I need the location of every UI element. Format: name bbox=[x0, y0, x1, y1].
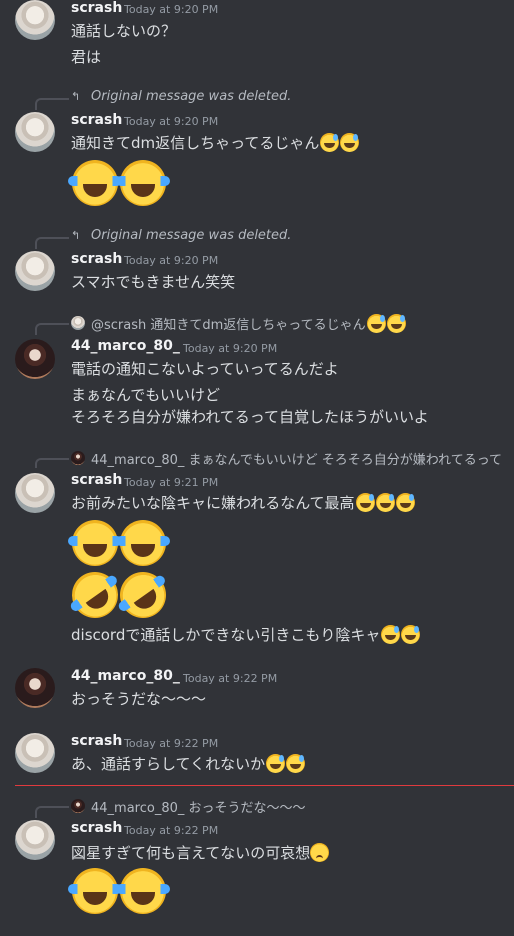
sweat-smile-emoji-icon bbox=[320, 133, 340, 152]
reply-author[interactable]: @scrash bbox=[91, 318, 146, 333]
author-name[interactable]: 44_marco_80_ bbox=[71, 338, 180, 354]
sweat-smile-emoji-icon bbox=[266, 754, 286, 773]
timestamp: Today at 9:22 PM bbox=[124, 737, 219, 750]
new-messages-divider bbox=[15, 785, 514, 786]
joy-emoji-icon bbox=[68, 160, 122, 206]
message-text: まぁなんでもいいけど bbox=[71, 386, 220, 404]
reply-snippet: おっそうだな〜〜〜 bbox=[188, 801, 306, 816]
sweat-smile-emoji-icon bbox=[386, 314, 406, 333]
message-text: 君は bbox=[71, 48, 102, 66]
message-text-content: お前みたいな陰キャに嫌われるなんて最高 bbox=[71, 494, 355, 512]
message-text: 通知きてdm返信しちゃってるじゃん bbox=[71, 132, 360, 153]
message-text-content: あ、通話すらしてくれないか bbox=[71, 755, 266, 773]
joy-emoji-icon bbox=[68, 520, 122, 566]
sweat-smile-emoji-icon bbox=[375, 493, 395, 512]
reply-connector bbox=[35, 237, 69, 249]
avatar[interactable] bbox=[15, 733, 55, 773]
avatar[interactable] bbox=[15, 473, 55, 513]
timestamp: Today at 9:20 PM bbox=[124, 115, 219, 128]
avatar[interactable] bbox=[15, 112, 55, 152]
reply-snippet: 通知きてdm返信しちゃってるじゃん bbox=[150, 318, 366, 333]
reply-text: 44_marco_80_ まぁなんでもいいけど そろそろ自分が嫌われてるって bbox=[91, 449, 502, 468]
message-text: おっそうだな〜〜〜 bbox=[71, 690, 207, 708]
sweat-smile-emoji-icon bbox=[366, 314, 386, 333]
sweat-smile-emoji-icon bbox=[395, 493, 415, 512]
message-text: 電話の通知こないよっていってるんだよ bbox=[71, 360, 339, 378]
message-text: あ、通話すらしてくれないか bbox=[71, 753, 306, 774]
rofl-emoji-icon bbox=[62, 562, 128, 628]
reply-author[interactable]: 44_marco_80_ bbox=[91, 801, 184, 816]
avatar[interactable] bbox=[15, 820, 55, 860]
timestamp: Today at 9:20 PM bbox=[124, 254, 219, 267]
timestamp: Today at 9:22 PM bbox=[124, 824, 219, 837]
message-text: discordで通話しかできない引きこもり陰キャ bbox=[71, 624, 421, 645]
timestamp: Today at 9:21 PM bbox=[124, 476, 219, 489]
sweat-smile-emoji-icon bbox=[401, 625, 421, 644]
author-name[interactable]: scrash bbox=[71, 0, 122, 16]
message-text: お前みたいな陰キャに嫌われるなんて最高 bbox=[71, 492, 415, 513]
message-text: 通話しないの？ bbox=[71, 22, 177, 40]
message-text-content: 通知きてdm返信しちゃってるじゃん bbox=[71, 134, 320, 152]
author-name[interactable]: 44_marco_80_ bbox=[71, 668, 180, 684]
sweat-smile-emoji-icon bbox=[355, 493, 375, 512]
avatar[interactable] bbox=[15, 0, 55, 40]
avatar[interactable] bbox=[15, 339, 55, 379]
reply-avatar bbox=[71, 451, 85, 465]
author-name[interactable]: scrash bbox=[71, 472, 122, 488]
message-text-content: 図星すぎて何も言えてないの可哀想 bbox=[71, 844, 311, 862]
message-text-content: discordで通話しかできない引きこもり陰キャ bbox=[71, 626, 381, 644]
reply-avatar bbox=[71, 799, 85, 813]
author-name[interactable]: scrash bbox=[71, 112, 122, 128]
joy-emoji-icon bbox=[116, 520, 170, 566]
reply-arrow-icon: ↰ bbox=[71, 90, 81, 103]
author-name[interactable]: scrash bbox=[71, 251, 122, 267]
reply-text: 44_marco_80_ おっそうだな〜〜〜 bbox=[91, 797, 306, 816]
worried-face-emoji-icon bbox=[310, 843, 330, 862]
joy-emoji-icon bbox=[116, 868, 170, 914]
sweat-smile-emoji-icon bbox=[381, 625, 401, 644]
reply-arrow-icon: ↰ bbox=[71, 229, 81, 242]
reply-text: Original message was deleted. bbox=[91, 89, 292, 104]
sweat-smile-emoji-icon bbox=[286, 754, 306, 773]
reply-text: @scrash 通知きてdm返信しちゃってるじゃん bbox=[91, 314, 406, 333]
author-name[interactable]: scrash bbox=[71, 820, 122, 836]
reply-text: Original message was deleted. bbox=[91, 228, 292, 243]
author-name[interactable]: scrash bbox=[71, 733, 122, 749]
reply-avatar bbox=[71, 316, 85, 330]
reply-preview[interactable]: 44_marco_80_ まぁなんでもいいけど そろそろ自分が嫌われてるって bbox=[35, 448, 514, 468]
timestamp: Today at 9:20 PM bbox=[183, 342, 278, 355]
reply-connector bbox=[35, 98, 69, 110]
message-text: スマホでもきません笑笑 bbox=[71, 273, 236, 291]
reply-connector bbox=[35, 458, 69, 468]
message-text: そろそろ自分が嫌われてるって自覚したほうがいいよ bbox=[71, 408, 429, 426]
reply-snippet: まぁなんでもいいけど そろそろ自分が嫌われてるって bbox=[188, 453, 503, 468]
message-text: 図星すぎて何も言えてないの可哀想 bbox=[71, 842, 330, 863]
reply-author[interactable]: 44_marco_80_ bbox=[91, 453, 184, 468]
joy-emoji-icon bbox=[116, 160, 170, 206]
timestamp: Today at 9:22 PM bbox=[183, 672, 278, 685]
rofl-emoji-icon bbox=[110, 562, 176, 628]
timestamp: Today at 9:20 PM bbox=[124, 3, 219, 16]
reply-connector bbox=[35, 806, 69, 818]
avatar[interactable] bbox=[15, 668, 55, 708]
joy-emoji-icon bbox=[68, 868, 122, 914]
reply-connector bbox=[35, 323, 69, 335]
sweat-smile-emoji-icon bbox=[340, 133, 360, 152]
avatar[interactable] bbox=[15, 251, 55, 291]
